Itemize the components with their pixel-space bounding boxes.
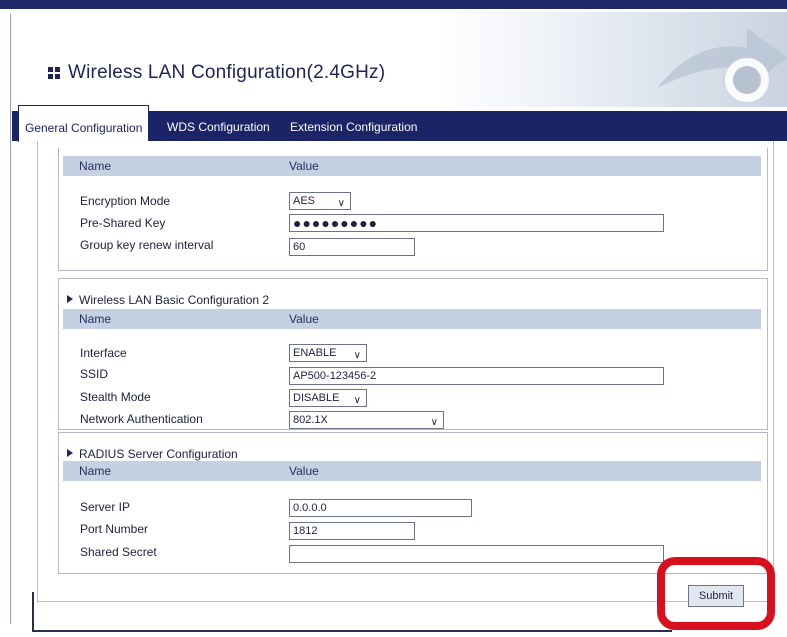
menu-squares-icon <box>48 67 60 79</box>
port-number-label: Port Number <box>80 522 149 536</box>
chevron-down-icon: ∨ <box>353 395 361 406</box>
network-auth-select[interactable]: 802.1X ∨ <box>289 411 444 429</box>
column-header: Name Value <box>63 156 761 176</box>
frame-line <box>10 14 11 624</box>
pre-shared-key-input[interactable]: ●●●●●●●●● <box>289 214 664 232</box>
triangle-right-icon <box>67 295 73 303</box>
server-ip-label: Server IP <box>80 500 131 514</box>
header-arrow-decoration <box>657 28 787 102</box>
tab-wds-configuration[interactable]: WDS Configuration <box>167 111 270 141</box>
tab-general-configuration[interactable]: General Configuration <box>18 105 150 142</box>
frame-corner <box>32 592 34 632</box>
submit-highlight-annotation <box>657 557 775 630</box>
top-stripe <box>0 0 787 9</box>
chevron-down-icon: ∨ <box>337 198 345 209</box>
tab-bar: General Configuration WDS Configuration … <box>12 105 787 142</box>
shared-secret-label: Shared Secret <box>80 545 157 559</box>
basic-config-2-title: Wireless LAN Basic Configuration 2 <box>67 293 269 307</box>
ssid-input[interactable]: AP500-123456-2 <box>289 367 664 385</box>
interface-label: Interface <box>80 346 127 360</box>
basic-config-2-panel: Wireless LAN Basic Configuration 2 Name … <box>58 278 768 430</box>
stealth-mode-label: Stealth Mode <box>80 390 151 404</box>
chevron-down-icon: ∨ <box>430 417 438 428</box>
stealth-mode-select[interactable]: DISABLE ∨ <box>289 389 367 407</box>
group-key-interval-input[interactable]: 60 <box>289 238 415 256</box>
ssid-label: SSID <box>80 367 109 381</box>
column-header: Name Value <box>63 461 761 481</box>
tab-extension-configuration[interactable]: Extension Configuration <box>290 111 417 141</box>
encryption-mode-label: Encryption Mode <box>80 194 171 208</box>
triangle-right-icon <box>67 449 73 457</box>
radius-title: RADIUS Server Configuration <box>67 447 238 461</box>
column-header: Name Value <box>63 309 761 329</box>
pre-shared-key-label: Pre-Shared Key <box>80 216 166 230</box>
page-header: Wireless LAN Configuration(2.4GHz) <box>12 12 787 107</box>
group-key-interval-label: Group key renew interval <box>80 238 214 252</box>
frame-bottom-line <box>32 630 672 632</box>
shared-secret-input[interactable] <box>289 545 664 563</box>
interface-select[interactable]: ENABLE ∨ <box>289 344 367 362</box>
encryption-mode-select[interactable]: AES ∨ <box>289 192 351 210</box>
port-number-input[interactable]: 1812 <box>289 522 415 540</box>
page-title: Wireless LAN Configuration(2.4GHz) <box>48 62 385 84</box>
chevron-down-icon: ∨ <box>353 350 361 361</box>
network-auth-label: Network Authentication <box>80 412 203 426</box>
server-ip-input[interactable]: 0.0.0.0 <box>289 499 472 517</box>
